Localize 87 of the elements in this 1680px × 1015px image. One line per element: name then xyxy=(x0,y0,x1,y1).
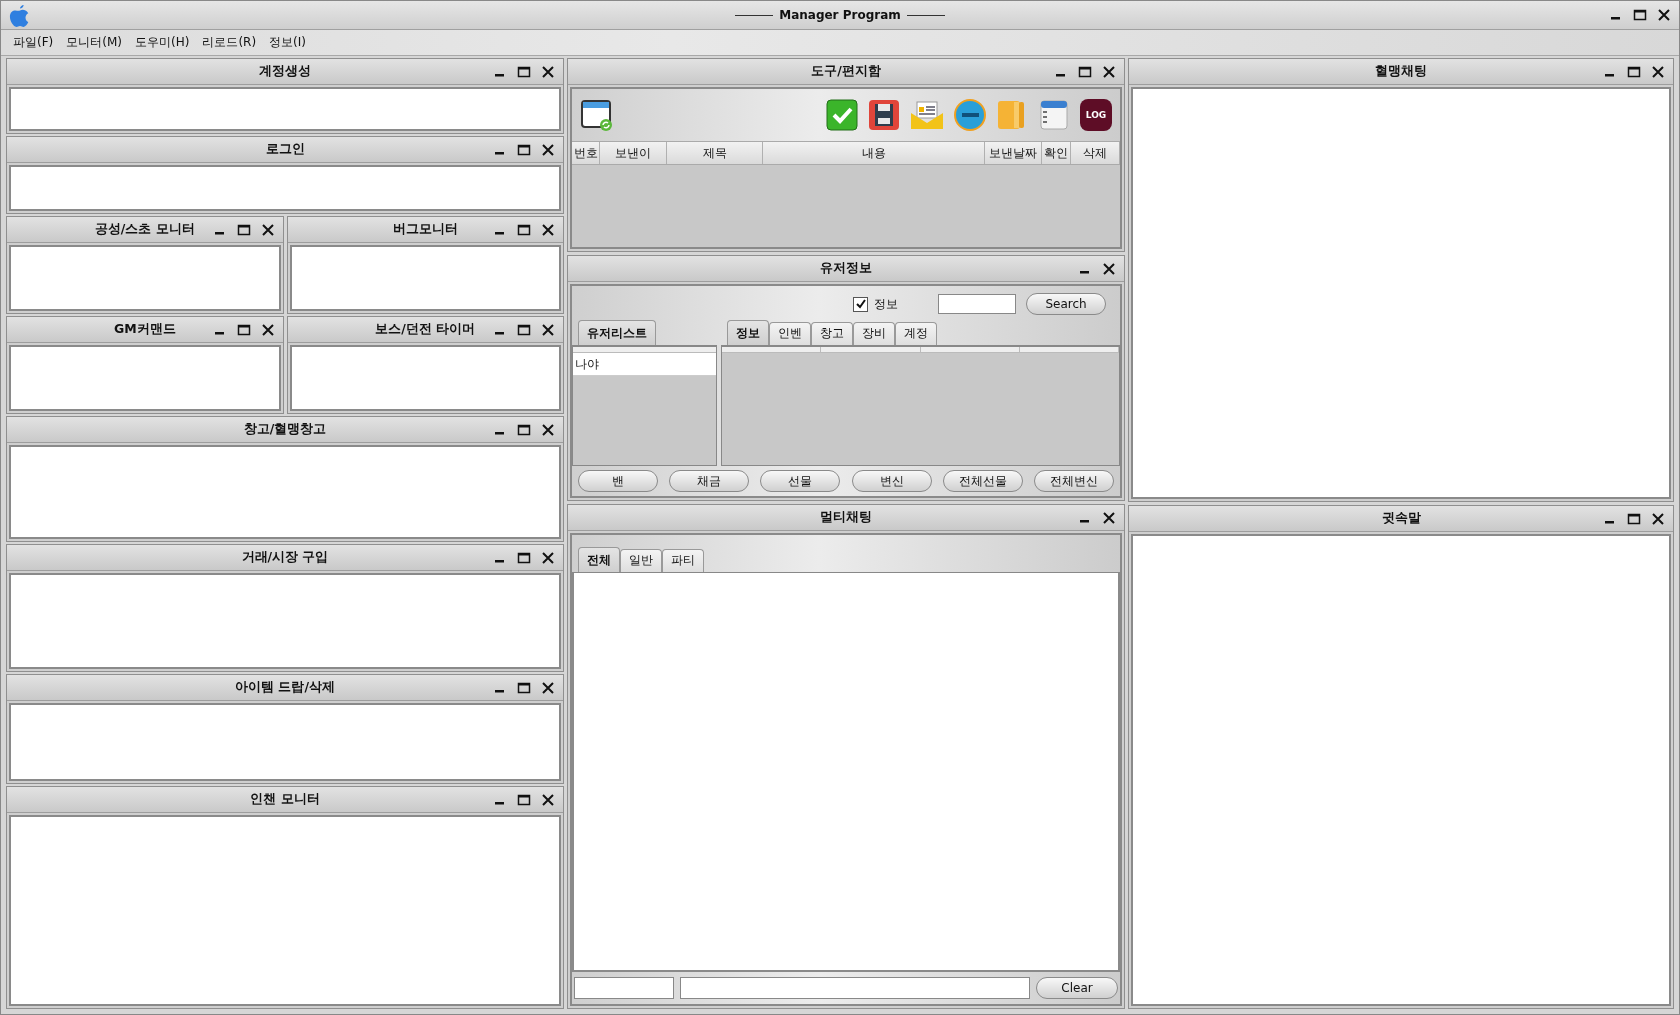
close-icon[interactable] xyxy=(260,322,275,337)
maximize-icon[interactable] xyxy=(1078,64,1092,79)
panel-title: 거래/시장 구입 xyxy=(241,549,329,566)
window-icon[interactable] xyxy=(1038,99,1070,131)
maximize-icon[interactable] xyxy=(1627,64,1641,79)
panel-title: GM커맨드 xyxy=(113,321,176,338)
close-icon[interactable] xyxy=(541,422,555,437)
envelope-icon[interactable] xyxy=(910,99,944,131)
user-list-tab[interactable]: 유저리스트 xyxy=(578,320,656,345)
maximize-icon[interactable] xyxy=(1627,511,1641,526)
panel-title: 버그모니터 xyxy=(392,221,458,238)
log-icon[interactable]: LOG xyxy=(1080,99,1112,131)
panel-title: 혈맹채팅 xyxy=(1375,63,1427,80)
panel-title: 아이템 드랍/삭제 xyxy=(235,679,335,696)
maximize-icon[interactable] xyxy=(236,322,251,337)
column-header[interactable]: 삭제 xyxy=(1071,142,1120,164)
tab[interactable]: 파티 xyxy=(662,549,704,572)
tab[interactable]: 일반 xyxy=(620,549,662,572)
apple-logo-icon xyxy=(9,3,31,27)
menu-item[interactable]: 파일(F) xyxy=(13,34,54,51)
close-icon[interactable] xyxy=(1102,510,1116,525)
maximize-icon[interactable] xyxy=(1633,8,1647,22)
search-field[interactable] xyxy=(938,294,1016,314)
panel-title: 보스/던전 타이머 xyxy=(375,321,476,338)
maximize-icon[interactable] xyxy=(517,550,531,565)
tab[interactable]: 장비 xyxy=(853,322,895,345)
checkbox-label: 정보 xyxy=(874,295,898,313)
menu-item[interactable]: 정보(I) xyxy=(269,34,306,51)
column-header[interactable]: 번호 xyxy=(572,142,600,164)
panel-title: 공성/스초 모니터 xyxy=(94,221,195,238)
panel-title: 멀티채팅 xyxy=(820,509,872,526)
name-field[interactable] xyxy=(574,977,674,999)
close-icon[interactable] xyxy=(260,222,275,237)
close-icon[interactable] xyxy=(541,680,555,695)
close-icon[interactable] xyxy=(1102,64,1116,79)
close-icon[interactable] xyxy=(541,64,555,79)
column-header[interactable]: 확인 xyxy=(1042,142,1071,164)
tab[interactable]: 전체 xyxy=(578,547,620,572)
close-icon[interactable] xyxy=(1102,261,1116,276)
close-icon[interactable] xyxy=(1651,511,1665,526)
panel-title: 창고/혈맹창고 xyxy=(243,421,327,438)
tab[interactable]: 창고 xyxy=(811,322,853,345)
close-icon[interactable] xyxy=(541,792,555,807)
menu-item[interactable]: 리로드(R) xyxy=(202,34,257,51)
panel-title: 인챈 모니터 xyxy=(250,791,320,808)
menu-item[interactable]: 도우미(H) xyxy=(135,34,190,51)
action-button[interactable]: 전체선물 xyxy=(942,470,1023,492)
close-icon[interactable] xyxy=(1651,64,1665,79)
panel-title: 도구/편지함 xyxy=(811,63,881,80)
tab[interactable]: 인벤 xyxy=(769,322,811,345)
maximize-icon[interactable] xyxy=(517,680,531,695)
column-header[interactable]: 내용 xyxy=(763,142,985,164)
window-title: Manager Program xyxy=(779,8,901,22)
panel-title: 귓속말 xyxy=(1381,510,1421,527)
search-button[interactable]: Search xyxy=(1026,293,1106,315)
maximize-icon[interactable] xyxy=(517,422,531,437)
checkbox[interactable] xyxy=(853,296,868,312)
close-icon[interactable] xyxy=(541,550,555,565)
menu-item[interactable]: 모니터(M) xyxy=(66,34,122,51)
checkmark-icon[interactable] xyxy=(826,99,858,131)
maximize-icon[interactable] xyxy=(517,64,531,79)
maximize-icon[interactable] xyxy=(517,792,531,807)
action-button[interactable]: 채금 xyxy=(669,470,749,492)
panel-title: 로그인 xyxy=(265,141,305,158)
action-button[interactable]: 전체변신 xyxy=(1034,470,1115,492)
maximize-icon[interactable] xyxy=(517,322,531,337)
tab[interactable]: 계정 xyxy=(895,322,937,345)
window-refresh-icon[interactable] xyxy=(580,98,614,132)
maximize-icon[interactable] xyxy=(236,222,251,237)
clear-button[interactable]: Clear xyxy=(1036,977,1118,999)
action-button[interactable]: 변신 xyxy=(851,470,932,492)
maximize-icon[interactable] xyxy=(517,222,531,237)
panel-title: 유저정보 xyxy=(820,260,872,277)
column-header[interactable]: 보낸이 xyxy=(600,142,667,164)
panel-title: 계정생성 xyxy=(259,63,311,80)
action-button[interactable]: 밴 xyxy=(577,470,658,492)
action-button[interactable]: 선물 xyxy=(760,470,841,492)
tab[interactable]: 정보 xyxy=(727,320,769,345)
close-icon[interactable] xyxy=(1657,8,1671,22)
close-icon[interactable] xyxy=(541,222,555,237)
close-icon[interactable] xyxy=(541,322,555,337)
maximize-icon[interactable] xyxy=(517,142,531,157)
column-header[interactable]: 보낸날짜 xyxy=(985,142,1042,164)
message-field[interactable] xyxy=(680,977,1030,999)
close-icon[interactable] xyxy=(541,142,555,157)
list-item[interactable]: 나야 xyxy=(573,353,716,376)
column-header[interactable]: 제목 xyxy=(667,142,763,164)
